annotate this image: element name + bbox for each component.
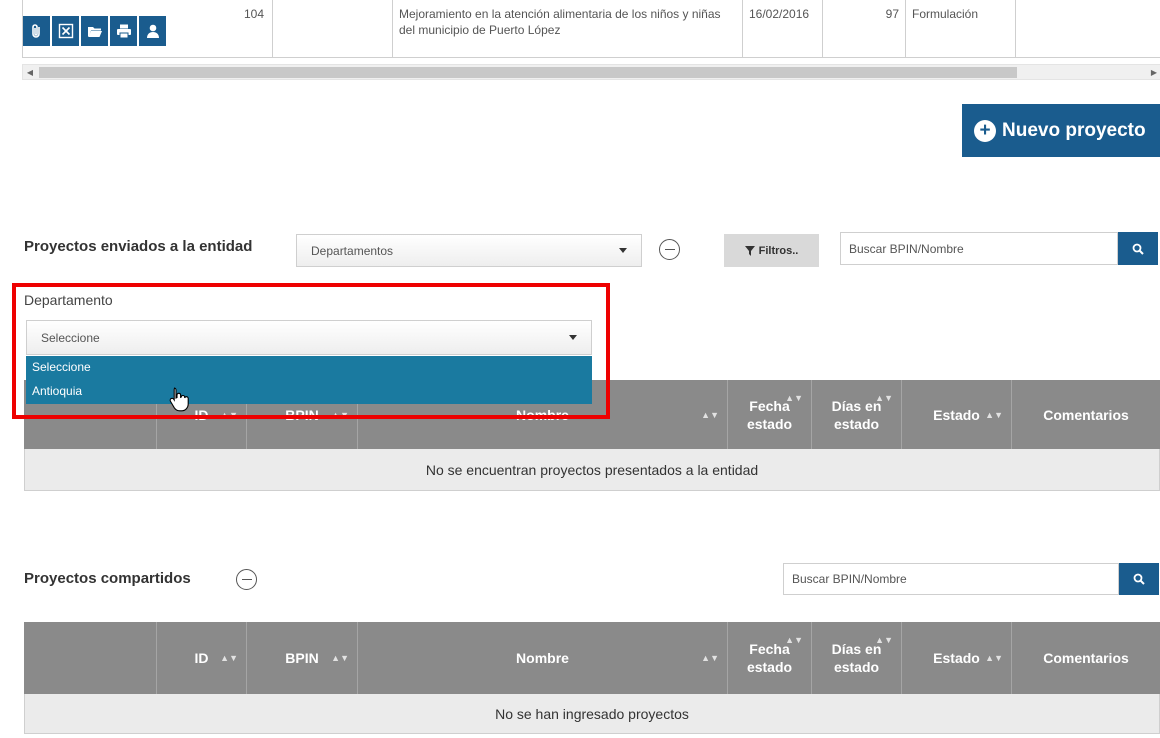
header-comentarios: Comentarios xyxy=(1012,622,1160,694)
print-button[interactable] xyxy=(110,16,137,46)
sort-icon: ▲▼ xyxy=(785,635,803,645)
user-icon xyxy=(146,24,159,38)
departamentos-select[interactable]: Departamentos xyxy=(296,234,642,267)
cell-estado: Formulación xyxy=(906,0,1016,58)
scroll-thumb[interactable] xyxy=(39,67,1017,78)
close-box-icon xyxy=(58,23,73,39)
cell-fecha: 16/02/2016 xyxy=(743,0,823,58)
sort-icon: ▲▼ xyxy=(701,653,719,663)
header-actions xyxy=(24,622,157,694)
project-row: 104 Mejoramiento en la atención alimenta… xyxy=(22,0,1160,58)
search-button-compartidos[interactable] xyxy=(1119,563,1159,595)
cell-dias: 97 xyxy=(823,0,906,58)
scroll-right-icon[interactable]: ▶ xyxy=(1147,65,1160,79)
row-actions xyxy=(23,0,193,58)
sort-icon: ▲▼ xyxy=(985,653,1003,663)
header-estado[interactable]: Estado ▲▼ xyxy=(902,622,1012,694)
horizontal-scrollbar[interactable]: ◀ ▶ xyxy=(22,64,1160,80)
new-project-label: Nuevo proyecto xyxy=(1002,119,1146,141)
sort-icon: ▲▼ xyxy=(875,393,893,403)
new-project-button[interactable]: + Nuevo proyecto xyxy=(962,104,1160,157)
folder-open-icon xyxy=(87,27,102,37)
cell-id: 104 xyxy=(193,0,273,58)
sort-icon: ▲▼ xyxy=(701,409,719,420)
header-comentarios-label: Comentarios xyxy=(1043,650,1129,666)
plus-circle-icon: + xyxy=(974,119,996,142)
search-button-enviados[interactable] xyxy=(1118,232,1158,265)
chevron-down-icon xyxy=(619,248,627,253)
paperclip-icon xyxy=(31,24,40,38)
collapse-compartidos-icon[interactable] xyxy=(236,569,257,590)
table-header-compartidos: ID ▲▼ BPIN ▲▼ Nombre ▲▼ Fecha estado ▲▼ Días… xyxy=(24,622,1160,694)
attach-button[interactable] xyxy=(23,16,50,46)
search-input-compartidos[interactable]: Buscar BPIN/Nombre xyxy=(783,563,1119,595)
cell-nombre: Mejoramiento en la atención alimentaria … xyxy=(393,0,743,58)
filter-icon xyxy=(744,245,755,256)
header-bpin-label: BPIN xyxy=(285,650,319,666)
header-estado[interactable]: Estado ▲▼ xyxy=(902,380,1012,449)
search-icon xyxy=(1132,243,1144,255)
user-button[interactable] xyxy=(139,16,166,46)
header-estado-label: Estado xyxy=(933,650,980,666)
header-estado-label: Estado xyxy=(933,406,980,423)
header-fecha-estado[interactable]: Fecha estado ▲▼ xyxy=(728,622,812,694)
header-comentarios-label: Comentarios xyxy=(1043,406,1129,423)
header-nombre-label: Nombre xyxy=(516,650,569,666)
header-dias-estado[interactable]: Días en estado ▲▼ xyxy=(812,380,902,449)
sort-icon: ▲▼ xyxy=(331,653,349,663)
section-title-compartidos: Proyectos compartidos xyxy=(24,570,191,587)
search-input-enviados[interactable]: Buscar BPIN/Nombre xyxy=(840,232,1118,265)
sort-icon: ▲▼ xyxy=(875,635,893,645)
annotation-highlight xyxy=(12,283,610,419)
sort-icon: ▲▼ xyxy=(785,393,803,403)
scroll-left-icon[interactable]: ◀ xyxy=(23,65,37,79)
header-id[interactable]: ID ▲▼ xyxy=(157,622,247,694)
header-fecha-estado[interactable]: Fecha estado ▲▼ xyxy=(728,380,812,449)
header-dias-estado[interactable]: Días en estado ▲▼ xyxy=(812,622,902,694)
header-id-label: ID xyxy=(194,650,209,666)
departamentos-select-value: Departamentos xyxy=(311,243,394,258)
header-comentarios: Comentarios xyxy=(1012,380,1160,449)
print-icon xyxy=(116,24,131,39)
sort-icon: ▲▼ xyxy=(220,653,238,663)
empty-row-enviados: No se encuentran proyectos presentados a… xyxy=(24,449,1160,491)
header-bpin[interactable]: BPIN ▲▼ xyxy=(247,622,358,694)
header-nombre[interactable]: Nombre ▲▼ xyxy=(358,622,728,694)
sort-icon: ▲▼ xyxy=(985,409,1003,420)
collapse-enviados-icon[interactable] xyxy=(659,239,680,260)
filtros-button[interactable]: Filtros.. xyxy=(724,234,819,267)
close-button[interactable] xyxy=(52,16,79,46)
cell-bpin xyxy=(273,0,393,58)
open-folder-button[interactable] xyxy=(81,16,108,46)
section-title-enviados: Proyectos enviados a la entidad xyxy=(24,238,253,255)
empty-row-compartidos: No se han ingresado proyectos xyxy=(24,694,1160,734)
search-icon xyxy=(1133,573,1145,585)
filtros-label: Filtros.. xyxy=(758,244,799,257)
